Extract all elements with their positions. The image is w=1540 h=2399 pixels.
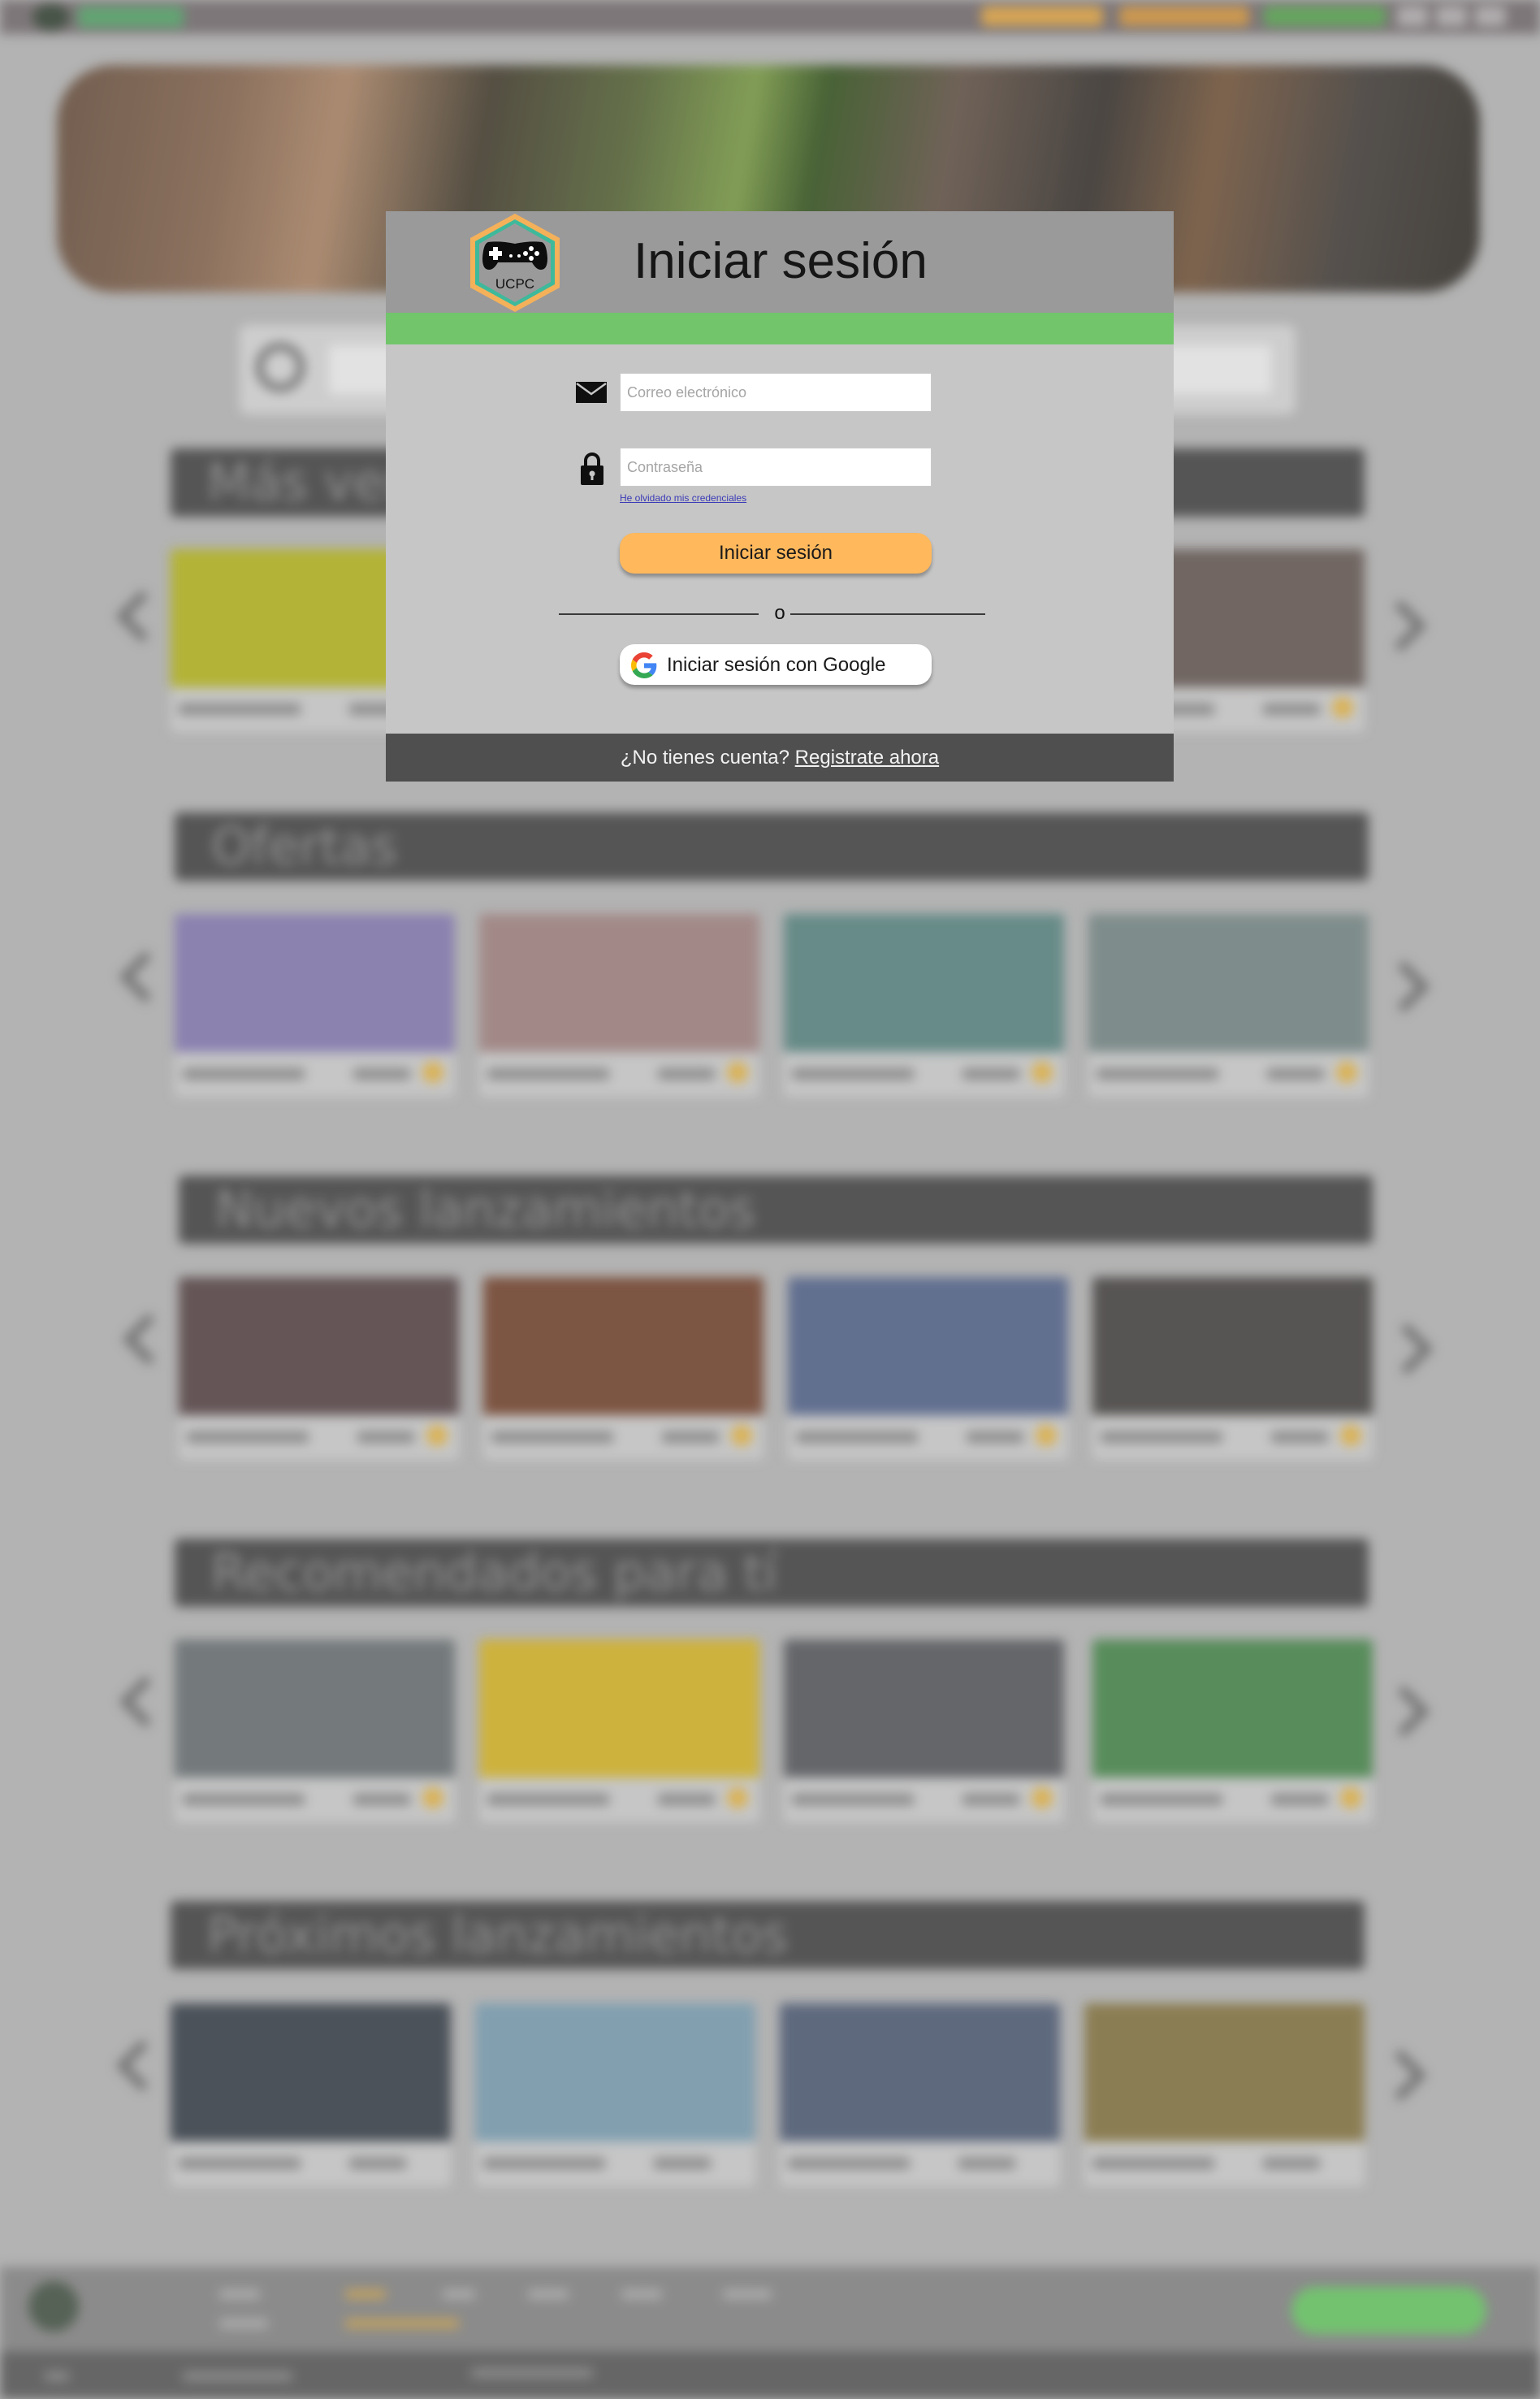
email-field[interactable] bbox=[620, 373, 932, 412]
register-link[interactable]: Registrate ahora bbox=[795, 747, 939, 769]
lock-icon bbox=[581, 453, 603, 485]
no-account-text: ¿No tienes cuenta? bbox=[620, 747, 789, 769]
login-button[interactable]: Iniciar sesión bbox=[620, 533, 932, 574]
google-login-button[interactable]: Iniciar sesión con Google bbox=[620, 644, 932, 685]
google-logo-icon bbox=[631, 652, 657, 678]
divider-line-left bbox=[559, 613, 759, 615]
forgot-credentials-link[interactable]: He olvidado mis credenciales bbox=[620, 492, 746, 504]
divider-text: o bbox=[774, 602, 785, 624]
gamepad-icon: UCPC bbox=[470, 214, 560, 312]
modal-footer: ¿No tienes cuenta? Registrate ahora bbox=[386, 734, 1174, 782]
logo-text: UCPC bbox=[495, 276, 534, 292]
google-login-label: Iniciar sesión con Google bbox=[667, 654, 886, 676]
divider-line-right bbox=[790, 613, 985, 615]
login-modal: UCPC Iniciar sesión He olvidado mis cred… bbox=[386, 211, 1174, 782]
modal-accent-stripe bbox=[386, 313, 1174, 344]
modal-title: Iniciar sesión bbox=[634, 233, 928, 289]
password-field[interactable] bbox=[620, 448, 932, 487]
envelope-icon bbox=[576, 382, 607, 403]
